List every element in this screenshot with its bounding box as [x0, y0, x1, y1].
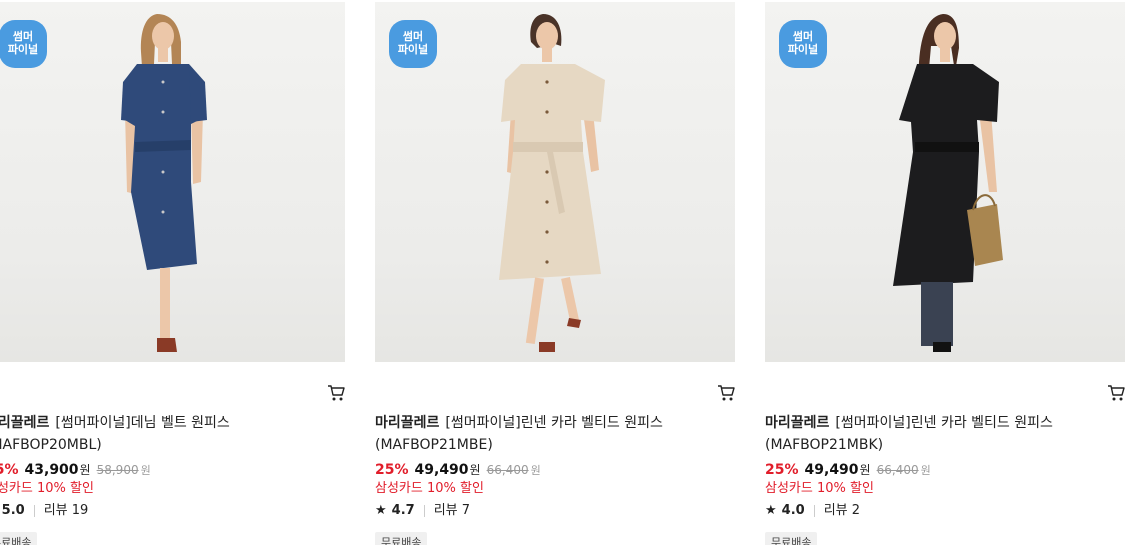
brand-name: 마리끌레르	[0, 415, 50, 431]
card-promo: 삼성카드 10% 할인	[375, 481, 484, 496]
price-row: 25% 49,490원 66,400 원	[375, 460, 541, 481]
badge-line-1: 썸머	[402, 30, 424, 43]
rating-row: ★ 4.0 리뷰 2	[765, 501, 860, 521]
free-shipping-badge: 무료배송	[0, 532, 38, 545]
divider	[33, 505, 35, 517]
original-price: 66,400	[486, 463, 529, 477]
price-row: 25%43,900원58,900원	[0, 460, 151, 481]
cart-icon[interactable]	[717, 384, 735, 402]
discount-rate: 25%	[0, 462, 19, 478]
product-image[interactable]: 썸머 파이널	[375, 2, 735, 362]
badge-line-1: 썸머	[792, 30, 814, 43]
review-count: 리뷰 7	[433, 503, 471, 518]
rating-row: ★ 5.0 리뷰 19	[0, 501, 89, 521]
rating-score: 4.0	[781, 503, 805, 518]
rating-score: 5.0	[1, 503, 25, 518]
brand-name: 마리끌레르	[765, 415, 830, 431]
star-icon: ★	[375, 503, 387, 518]
currency-unit: 원	[469, 463, 481, 477]
original-currency-unit: 원	[530, 464, 541, 477]
review-count: 리뷰 19	[43, 503, 89, 518]
rating-row: ★ 4.7 리뷰 7	[375, 501, 470, 521]
product-card[interactable]: 썸머 파이널 마리끌레르 [썸머파이널]린넨 카라 벨티드 원피스 (MAFBOP…	[375, 0, 735, 545]
original-price: 58,900	[96, 463, 139, 477]
badge-line-2: 파이널	[397, 43, 429, 56]
sale-price: 49,490	[414, 462, 469, 478]
summer-final-badge: 썸머 파이널	[389, 20, 437, 68]
summer-final-badge: 썸머 파이널	[779, 20, 827, 68]
sale-price: 43,900	[24, 462, 79, 478]
star-icon: ★	[765, 503, 777, 518]
product-card[interactable]: 썸머 파이널 마리끌레르[썸머파이널]데님 벨트 원피스 (MAFBOP20MB…	[0, 0, 345, 545]
product-card[interactable]: 썸머 파이널 마리끌레르 [썸머파이널]린넨 카라 벨티드 원피스 (MAFBOP…	[765, 0, 1125, 545]
discount-rate: 25%	[765, 462, 799, 478]
original-price: 66,400	[876, 463, 919, 477]
badge-line-2: 파이널	[787, 43, 819, 56]
sale-price: 49,490	[804, 462, 859, 478]
product-image[interactable]: 썸머 파이널	[765, 2, 1125, 362]
discount-rate: 25%	[375, 462, 409, 478]
cart-icon[interactable]	[327, 384, 345, 402]
original-currency-unit: 원	[140, 464, 151, 477]
review-count: 리뷰 2	[823, 503, 861, 518]
product-title[interactable]: 마리끌레르 [썸머파이널]린넨 카라 벨티드 원피스 (MAFBOP21MBK)	[765, 412, 1105, 456]
free-shipping-badge: 무료배송	[765, 532, 818, 545]
rating-score: 4.7	[391, 503, 415, 518]
divider	[423, 505, 425, 517]
badge-line-1: 썸머	[12, 30, 34, 43]
card-promo: 삼성카드 10% 할인	[765, 481, 874, 496]
summer-final-badge: 썸머 파이널	[0, 20, 47, 68]
free-shipping-badge: 무료배송	[375, 532, 428, 545]
currency-unit: 원	[79, 463, 91, 477]
product-title[interactable]: 마리끌레르 [썸머파이널]린넨 카라 벨티드 원피스 (MAFBOP21MBE)	[375, 412, 715, 456]
card-promo: 삼성카드 10% 할인	[0, 481, 94, 496]
price-row: 25% 49,490원 66,400 원	[765, 460, 931, 481]
product-image[interactable]: 썸머 파이널	[0, 2, 345, 362]
currency-unit: 원	[859, 463, 871, 477]
model-figure	[121, 14, 207, 352]
original-currency-unit: 원	[920, 464, 931, 477]
brand-name: 마리끌레르	[375, 415, 440, 431]
cart-icon[interactable]	[1107, 384, 1125, 402]
divider	[813, 505, 815, 517]
product-title[interactable]: 마리끌레르[썸머파이널]데님 벨트 원피스 (MAFBOP20MBL)	[0, 412, 325, 456]
badge-line-2: 파이널	[7, 43, 39, 56]
